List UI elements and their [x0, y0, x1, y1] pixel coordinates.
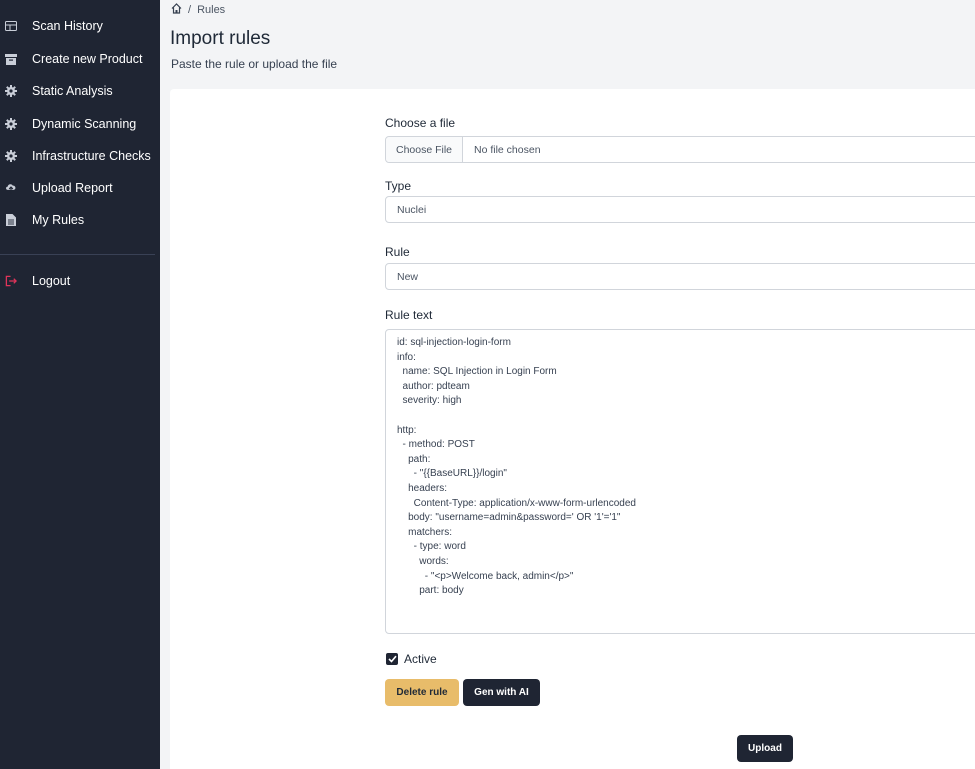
- logout-button[interactable]: Logout: [0, 269, 160, 293]
- document-icon: [5, 214, 17, 226]
- rule-select[interactable]: New: [385, 263, 975, 290]
- type-label: Type: [385, 179, 412, 193]
- sidebar-item-label: Infrastructure Checks: [32, 149, 151, 163]
- sidebar: Scan History Create new Product Static A…: [0, 0, 160, 769]
- sidebar-item-label: My Rules: [32, 213, 85, 227]
- archive-icon: [5, 53, 17, 65]
- rule-label: Rule: [385, 245, 410, 259]
- gear-icon: [5, 150, 17, 162]
- logout-icon: [5, 275, 17, 287]
- gen-with-ai-button[interactable]: Gen with AI: [463, 679, 540, 706]
- sidebar-item-scan-history[interactable]: Scan History: [0, 14, 160, 38]
- rule-text-label: Rule text: [385, 308, 433, 322]
- choose-file-button[interactable]: Choose File: [386, 137, 463, 162]
- table-icon: [5, 20, 17, 32]
- logout-label: Logout: [32, 274, 71, 288]
- gear-icon: [5, 85, 17, 97]
- delete-rule-button[interactable]: Delete rule: [385, 679, 459, 706]
- breadcrumb: / Rules: [171, 3, 225, 17]
- sidebar-item-label: Dynamic Scanning: [32, 117, 137, 131]
- file-label: Choose a file: [385, 116, 456, 130]
- sidebar-item-my-rules[interactable]: My Rules: [0, 208, 160, 232]
- sidebar-item-label: Static Analysis: [32, 84, 113, 98]
- rule-text-area[interactable]: id: sql-injection-login-form info: name:…: [385, 329, 975, 634]
- sidebar-item-infrastructure-checks[interactable]: Infrastructure Checks: [0, 144, 160, 168]
- type-select[interactable]: Nuclei: [385, 196, 975, 223]
- page-subtitle: Paste the rule or upload the file: [171, 57, 338, 71]
- sidebar-item-create-new-product[interactable]: Create new Product: [0, 47, 160, 71]
- upload-button[interactable]: Upload: [737, 735, 793, 762]
- page-title: Import rules: [170, 28, 271, 49]
- sidebar-item-static-analysis[interactable]: Static Analysis: [0, 79, 160, 103]
- sidebar-item-label: Upload Report: [32, 181, 113, 195]
- cloud-upload-icon: [5, 182, 17, 194]
- breadcrumb-separator: /: [188, 4, 192, 16]
- sidebar-divider: [0, 254, 155, 255]
- gear-icon: [5, 118, 17, 130]
- sidebar-item-label: Create new Product: [32, 52, 143, 66]
- file-status: No file chosen: [474, 143, 541, 156]
- sidebar-item-label: Scan History: [32, 19, 103, 33]
- sidebar-item-upload-report[interactable]: Upload Report: [0, 176, 160, 200]
- breadcrumb-current: Rules: [197, 4, 226, 16]
- sidebar-item-dynamic-scanning[interactable]: Dynamic Scanning: [0, 112, 160, 136]
- file-input[interactable]: Choose File No file chosen: [385, 136, 975, 163]
- active-checkbox[interactable]: [386, 653, 398, 665]
- home-icon[interactable]: [171, 3, 182, 17]
- active-label: Active: [404, 652, 437, 666]
